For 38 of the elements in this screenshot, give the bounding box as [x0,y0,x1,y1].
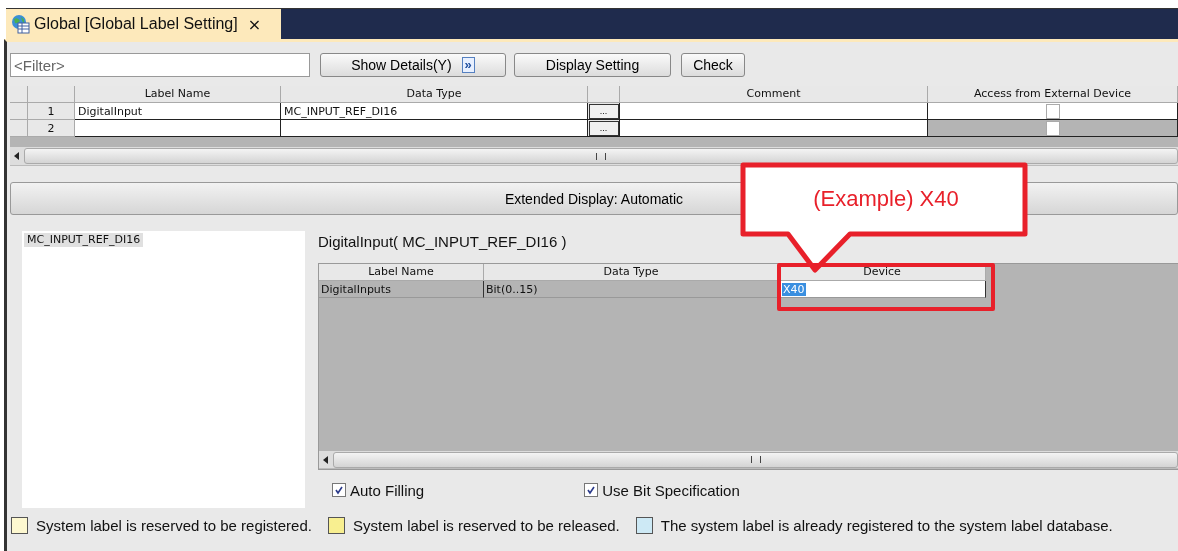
column-header: Data Type [484,264,779,281]
filter-field[interactable]: <Filter> [10,53,310,77]
column-header: Data Type [281,86,588,103]
expand-icon: » [461,57,475,73]
table-cell: Bit(0..15) [484,281,779,298]
header-cell [28,86,75,103]
scroll-left-icon[interactable] [323,455,329,464]
toolbar-button[interactable]: Show Details(Y) » [320,53,506,77]
checkbox[interactable] [332,483,346,497]
legend-label: The system label is already registered to the system label database. [660,516,1113,534]
checkbox[interactable] [1045,103,1060,119]
browse-button[interactable]: ... [588,103,619,119]
row-number: 1 [28,103,75,120]
detail-title: DigitalInput( MC_INPUT_REF_DI16 ) [318,232,568,252]
globe-table-icon [10,14,30,34]
close-button[interactable]: × [247,14,262,34]
document-tab[interactable]: Global [Global Label Setting] × [6,9,281,39]
toolbar-button[interactable]: Display Setting [514,53,671,77]
toolbar-button[interactable]: Check [681,53,745,77]
horizontal-scrollbar[interactable] [319,451,1178,469]
legend-label: System label is reserved to be released. [352,516,620,534]
checkbox-label: Use Bit Specification [602,481,740,499]
row-number: 2 [28,120,75,137]
column-header: Access from External Device [928,86,1178,103]
callout-text: (Example) X40 [812,186,960,212]
scroll-left-icon[interactable] [14,152,20,160]
horizontal-scrollbar[interactable] [10,147,1178,166]
table-cell: DigitalInputs [319,281,484,298]
table-cell: MC_INPUT_REF_DI16 [281,103,588,120]
legend-label: System label is reserved to be registered. [36,516,312,534]
column-header: Label Name [319,264,484,281]
checkbox[interactable] [584,483,599,497]
column-header: Comment [620,86,928,103]
column-header: Label Name [75,86,281,103]
table-cell: DigitalInput [75,103,281,120]
checkbox-label: Auto Filling [350,481,425,499]
header-cell [10,86,28,103]
type-list-item[interactable]: MC_INPUT_REF_DI16 [24,233,144,247]
